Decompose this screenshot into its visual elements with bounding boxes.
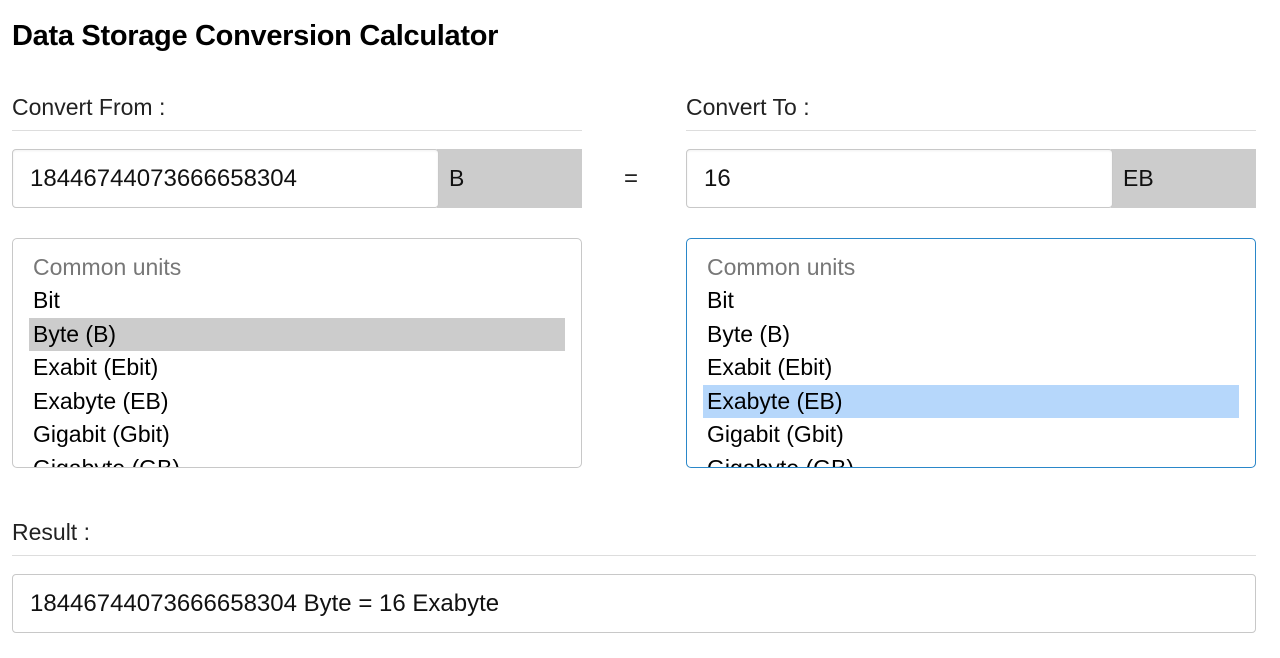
result-label: Result : bbox=[12, 519, 90, 545]
to-option-byte[interactable]: Byte (B) bbox=[703, 318, 1239, 352]
convert-from-input-group: B bbox=[12, 149, 582, 208]
convert-from-unit-addon: B bbox=[437, 149, 582, 208]
listbox-group-label: Common units bbox=[33, 254, 182, 280]
to-option-gigabit[interactable]: Gigabit (Gbit) bbox=[703, 418, 1239, 452]
equals-sign: = bbox=[624, 165, 639, 192]
result-output: 18446744073666658304 Byte = 16 Exabyte bbox=[12, 574, 1256, 633]
result-divider bbox=[12, 555, 1256, 556]
convert-to-label: Convert To : bbox=[686, 94, 810, 120]
to-option-exabit[interactable]: Exabit (Ebit) bbox=[703, 351, 1239, 385]
from-option-gigabit[interactable]: Gigabit (Gbit) bbox=[29, 418, 565, 452]
to-option-bit[interactable]: Bit bbox=[703, 284, 1239, 318]
from-option-bit[interactable]: Bit bbox=[29, 284, 565, 318]
page-title: Data Storage Conversion Calculator bbox=[12, 20, 499, 52]
convert-from-label: Convert From : bbox=[12, 94, 166, 120]
to-option-exabyte[interactable]: Exabyte (EB) bbox=[703, 384, 1239, 418]
from-option-exabit[interactable]: Exabit (Ebit) bbox=[29, 351, 565, 385]
from-option-byte[interactable]: Byte (B) bbox=[29, 317, 565, 351]
convert-to-unit-addon: EB bbox=[1111, 149, 1256, 208]
convert-to-input-group: EB bbox=[686, 149, 1256, 208]
convert-from-divider bbox=[12, 130, 582, 131]
convert-to-value-input[interactable] bbox=[686, 149, 1113, 208]
to-option-gigabyte[interactable]: Gigabyte (GB) bbox=[703, 452, 1239, 468]
listbox-group-label: Common units bbox=[707, 254, 856, 280]
convert-from-value-input[interactable] bbox=[12, 149, 439, 208]
convert-from-unit-listbox[interactable]: Common units Bit Byte (B) Exabit (Ebit) … bbox=[12, 238, 582, 468]
converter-page: Data Storage Conversion Calculator Conve… bbox=[0, 0, 1280, 658]
from-option-exabyte[interactable]: Exabyte (EB) bbox=[29, 385, 565, 419]
convert-to-divider bbox=[686, 130, 1256, 131]
convert-to-unit-listbox[interactable]: Common units Bit Byte (B) Exabit (Ebit) … bbox=[686, 238, 1256, 468]
from-option-gigabyte[interactable]: Gigabyte (GB) bbox=[29, 452, 565, 468]
